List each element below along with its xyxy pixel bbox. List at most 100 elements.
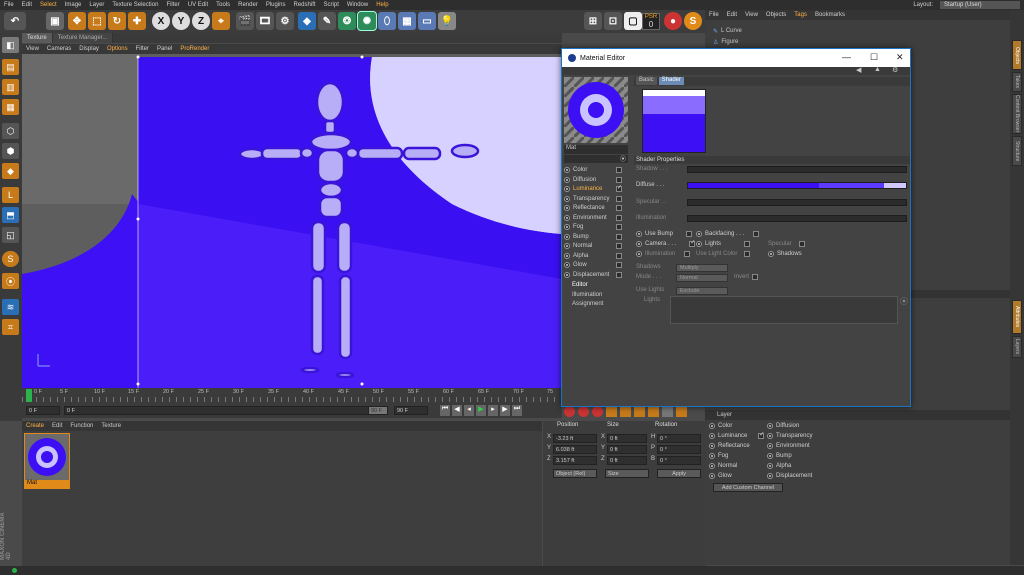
mode-dropdown[interactable]: Normal [676, 274, 728, 282]
rotation-b-field[interactable]: 0 ° [657, 456, 701, 465]
axis-y-button[interactable]: Y [172, 12, 190, 30]
locked-workplane-left-icon[interactable]: ⦿ [2, 273, 19, 289]
material-options-icon[interactable]: ⦿ [620, 154, 626, 163]
rotate-tool-icon[interactable]: ↻ [108, 12, 126, 30]
current-frame-field[interactable]: 0 F [26, 406, 60, 415]
edges-mode-icon[interactable]: ⬢ [2, 143, 19, 159]
maximize-icon[interactable]: ☐ [870, 52, 878, 63]
sub-item-editor[interactable]: Editor [572, 282, 630, 288]
specular-checkbox[interactable] [798, 241, 805, 247]
menu-help[interactable]: Help [372, 2, 392, 8]
preview-end-field[interactable]: 90 F [368, 406, 388, 415]
play-icon[interactable]: ▶ [476, 405, 486, 416]
shadows-dropdown[interactable]: Multiply [676, 264, 728, 272]
keyframe-selection-icon[interactable] [592, 405, 603, 417]
rotation-p-field[interactable]: 0 ° [657, 445, 701, 454]
shadow-gradient-slider[interactable] [687, 166, 907, 173]
texture-viewport[interactable] [22, 54, 562, 388]
menu-tools[interactable]: Tools [212, 2, 234, 8]
light-icon[interactable]: 💡 [438, 12, 456, 30]
points-mode-icon[interactable]: ⬡ [2, 123, 19, 139]
backfacing-row[interactable]: Backfacing . . . [696, 231, 760, 237]
sub-item-assignment[interactable]: Assignment [572, 301, 630, 307]
channel-row[interactable]: Bump [767, 453, 792, 459]
key-param-icon[interactable] [648, 405, 659, 417]
record-key-icon[interactable] [564, 405, 575, 417]
size-x-field[interactable]: 0 ft [607, 434, 647, 443]
channel-checkbox[interactable] [616, 272, 622, 278]
menu-select[interactable]: Select [36, 2, 61, 8]
settings-icon[interactable]: ⚙ [892, 66, 898, 74]
om-tags[interactable]: Tags [790, 12, 811, 18]
shadows-row[interactable]: Shadows [768, 251, 802, 257]
channel-checkbox[interactable] [616, 167, 622, 173]
prev-key-icon[interactable]: ◀ [452, 405, 462, 416]
tab-layers[interactable]: Layers [1012, 336, 1022, 358]
specular-gradient-slider[interactable] [687, 199, 907, 206]
channel-row[interactable]: Environment [767, 443, 810, 449]
psr-display[interactable]: PSR 0 [642, 13, 660, 30]
size-mode-dropdown[interactable]: Size [605, 469, 649, 478]
tab-objects[interactable]: Objects [1012, 40, 1022, 70]
coordinate-system-icon[interactable]: ⌖ [212, 12, 230, 30]
lights-checkbox[interactable] [744, 241, 751, 247]
material-name-subfield[interactable]: ⦿ [564, 155, 628, 163]
use-bump-checkbox[interactable] [686, 231, 693, 237]
camera-icon[interactable]: ▭ [418, 12, 436, 30]
enable-axis-icon[interactable]: L [2, 187, 19, 203]
undo-icon[interactable]: ↶ [4, 12, 26, 30]
channel-item[interactable]: Diffusion [564, 177, 622, 183]
layout-dropdown[interactable]: Startup (User) [940, 1, 1020, 9]
axis-x-button[interactable]: X [152, 12, 170, 30]
render-picture-viewer-icon[interactable]: 🎞 [256, 12, 274, 30]
vmenu-options[interactable]: Options [103, 46, 132, 52]
mm-texture[interactable]: Texture [97, 423, 125, 429]
channel-item[interactable]: Environment [564, 215, 622, 221]
channel-row[interactable]: Glow [709, 473, 732, 479]
channel-row[interactable]: Displacement [767, 473, 812, 479]
menu-layer[interactable]: Layer [85, 2, 108, 8]
snap-icon[interactable]: ⊞ [584, 12, 602, 30]
channel-checkbox[interactable] [616, 234, 622, 240]
mm-edit[interactable]: Edit [48, 423, 66, 429]
size-y-field[interactable]: 0 ft [607, 445, 647, 454]
texture-mode-icon[interactable]: ▥ [2, 79, 19, 95]
channel-item[interactable]: Normal [564, 243, 622, 249]
use-lights-dropdown[interactable]: Exclude [676, 287, 728, 295]
locked-workplane-icon[interactable]: ▢ [624, 12, 642, 30]
rotation-h-field[interactable]: 0 ° [657, 434, 701, 443]
specular-row[interactable]: Specular [768, 241, 805, 247]
channel-item-active[interactable]: Luminance [564, 184, 622, 192]
menu-redshift[interactable]: Redshift [290, 2, 320, 8]
channel-checkbox[interactable] [616, 177, 622, 183]
vmenu-cameras[interactable]: Cameras [43, 46, 75, 52]
backfacing-checkbox[interactable] [753, 231, 760, 237]
redshift-icon[interactable]: ● [664, 12, 682, 30]
channel-checkbox[interactable] [616, 184, 622, 192]
mm-create[interactable]: Create [22, 423, 48, 429]
subdivision-surface-icon[interactable]: ❂ [338, 12, 356, 30]
cube-primitive-icon[interactable]: ◆ [298, 12, 316, 30]
layer-icon[interactable]: ≋ [2, 299, 19, 315]
channel-checkbox[interactable] [616, 215, 622, 221]
channel-row[interactable]: Color [709, 423, 732, 429]
channel-row[interactable]: Diffusion [767, 423, 799, 429]
menu-window[interactable]: Window [343, 2, 372, 8]
tab-takes[interactable]: Takes [1012, 72, 1022, 92]
illumination-row[interactable]: Illumination [636, 251, 691, 257]
tab-shader[interactable]: Shader [658, 77, 685, 85]
om-edit[interactable]: Edit [723, 12, 741, 18]
channel-row[interactable]: Reflectance [709, 443, 750, 449]
key-rotation-icon[interactable] [634, 405, 645, 417]
vmenu-filter[interactable]: Filter [132, 46, 153, 52]
diffuse-gradient-slider[interactable] [687, 182, 907, 189]
position-x-field[interactable]: -3.23 ft [553, 434, 597, 443]
lights-list-box[interactable] [670, 296, 898, 324]
material-preview[interactable] [564, 77, 628, 143]
menu-filter[interactable]: Filter [162, 2, 183, 8]
channel-checkbox[interactable] [616, 196, 622, 202]
apply-button[interactable]: Apply [657, 469, 701, 478]
position-z-field[interactable]: 3.157 ft [553, 456, 597, 465]
model-mode-icon[interactable]: ▤ [2, 59, 19, 75]
om-file[interactable]: File [705, 12, 723, 18]
